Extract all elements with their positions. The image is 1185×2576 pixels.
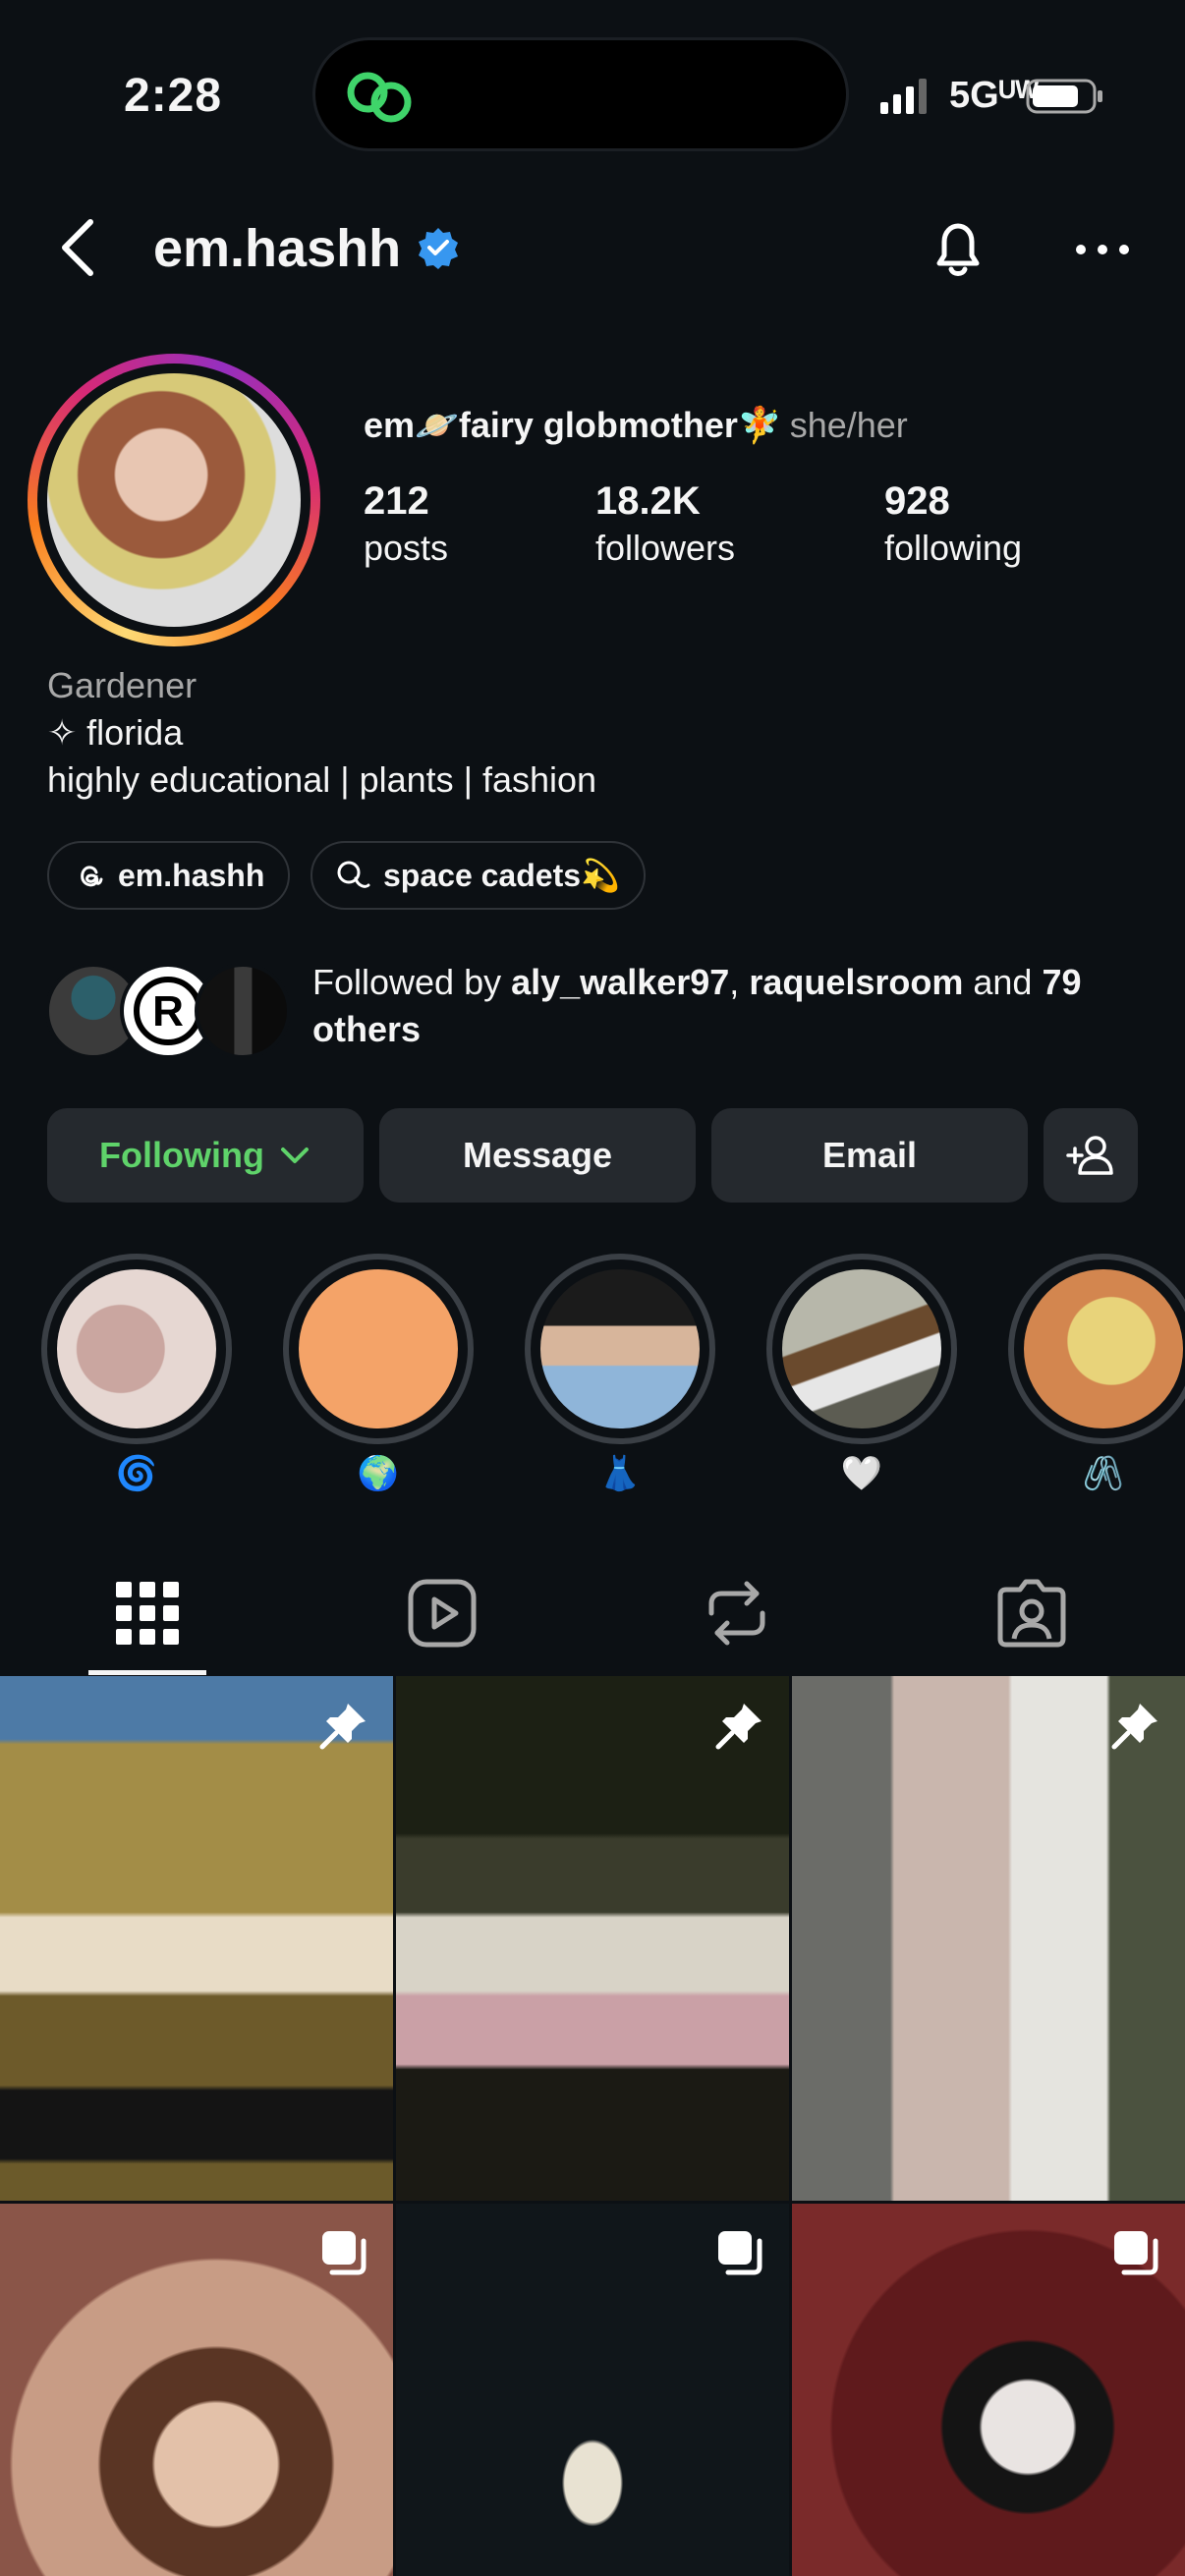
posts-grid <box>0 1676 1185 2576</box>
threads-link-label: em.hashh <box>118 857 265 893</box>
profile-avatar-story-ring[interactable] <box>28 354 320 646</box>
highlight-cover <box>1024 1269 1183 1428</box>
channel-link-chip[interactable]: space cadets💫 <box>310 841 646 910</box>
highlight-item[interactable]: 🌀 <box>41 1254 232 1493</box>
profile-actions: Following Message Email <box>47 1108 1138 1203</box>
active-tab-indicator <box>88 1670 206 1675</box>
back-arrow-icon[interactable] <box>55 216 104 279</box>
profile-avatar <box>47 373 301 627</box>
stat-following-label: following <box>884 528 1023 568</box>
threads-icon <box>81 866 103 887</box>
mutual-user-2: raquelsroom <box>749 962 964 1002</box>
verified-badge-icon <box>419 228 458 269</box>
bio-line-location: ✧ florida <box>47 712 184 753</box>
followed-by-sep: , <box>729 962 750 1002</box>
highlight-item[interactable]: 👗 <box>525 1254 715 1493</box>
highlight-label: 🤍 <box>840 1455 883 1492</box>
mutual-user-1: aly_walker97 <box>511 962 730 1002</box>
highlight-label: 🌍 <box>357 1455 400 1492</box>
battery-icon <box>1026 79 1102 114</box>
post-tile[interactable] <box>792 1676 1185 2201</box>
highlight-label: 🖇️ <box>1082 1455 1125 1492</box>
chevron-down-icon <box>280 1148 309 1163</box>
message-button[interactable]: Message <box>379 1108 696 1203</box>
svg-text:R: R <box>152 987 184 1036</box>
following-button-label: Following <box>99 1135 264 1175</box>
highlight-item[interactable]: 🤍 <box>766 1254 957 1493</box>
followed-by-text: Followed by aly_walker97, raquelsroom an… <box>312 959 1157 1053</box>
stat-followers[interactable]: 18.2K followers <box>595 479 735 569</box>
highlight-cover <box>299 1269 458 1428</box>
suggested-people-button[interactable] <box>1044 1108 1138 1203</box>
dynamic-island[interactable] <box>312 37 849 151</box>
chat-bubbles-icon <box>337 861 370 888</box>
stat-followers-label: followers <box>595 528 736 568</box>
signal-icon <box>880 79 927 114</box>
reposts-icon[interactable] <box>698 1574 776 1652</box>
pin-icon <box>319 1704 366 1750</box>
stat-posts-value: 212 <box>364 479 429 523</box>
tagged-icon[interactable] <box>992 1574 1071 1652</box>
following-button[interactable]: Following <box>47 1108 364 1203</box>
more-options-icon[interactable] <box>1073 240 1132 259</box>
status-bar: 2:28 5Gᵁᵂ <box>0 0 1185 187</box>
email-button[interactable]: Email <box>711 1108 1028 1203</box>
post-tile[interactable] <box>396 1676 789 2201</box>
email-button-label: Email <box>821 1135 918 1175</box>
highlight-item[interactable]: 🖇️ <box>1008 1254 1185 1493</box>
bio-line-description: highly educational | plants | fashion <box>47 759 597 800</box>
status-time: 2:28 <box>124 70 223 122</box>
content-tabs <box>0 1560 1185 1676</box>
profile-stats: 212 posts 18.2K followers 928 following <box>364 479 1150 578</box>
post-tile[interactable] <box>0 1676 393 2201</box>
grid-icon[interactable] <box>108 1574 187 1652</box>
highlight-label: 👗 <box>598 1455 642 1492</box>
pin-icon <box>715 1704 762 1750</box>
post-tile[interactable] <box>396 2204 789 2576</box>
highlight-cover <box>782 1269 941 1428</box>
threads-link-chip[interactable]: em.hashh <box>47 841 291 910</box>
pin-icon <box>1111 1704 1157 1750</box>
mutual-avatar <box>195 963 291 1059</box>
carousel-icon <box>718 2231 762 2275</box>
highlight-cover <box>57 1269 216 1428</box>
link-icon <box>347 72 412 123</box>
carousel-icon <box>1114 2231 1158 2275</box>
highlight-label: 🌀 <box>115 1455 158 1492</box>
stat-following[interactable]: 928 following <box>884 479 1022 569</box>
carousel-icon <box>322 2231 367 2275</box>
story-highlights: 🌀 🌍 👗 🤍 🖇️ <box>0 1254 1185 1492</box>
highlight-item[interactable]: 🌍 <box>283 1254 474 1493</box>
post-tile[interactable] <box>0 2204 393 2576</box>
channel-link-label: space cadets💫 <box>383 858 620 893</box>
message-button-label: Message <box>462 1135 613 1175</box>
stat-following-value: 928 <box>884 479 950 523</box>
post-tile[interactable] <box>792 2204 1185 2576</box>
reels-icon[interactable] <box>403 1574 481 1652</box>
highlight-cover <box>540 1269 700 1428</box>
profile-bio: Gardener ✧ florida highly educational | … <box>47 662 596 804</box>
bio-category: Gardener <box>47 665 198 705</box>
stat-posts-label: posts <box>364 528 449 568</box>
followed-by[interactable]: R Followed by aly_walker97, raquelsroom … <box>45 959 1146 1059</box>
profile-header: em.hashh <box>0 196 1185 299</box>
followed-by-and: and <box>963 962 1043 1002</box>
display-name: em🪐fairy globmother🧚 she/her <box>364 405 908 446</box>
add-person-icon <box>1066 1136 1113 1175</box>
stat-followers-value: 18.2K <box>595 479 701 523</box>
pronouns: she/her <box>789 405 908 445</box>
display-name-text: em🪐fairy globmother🧚 <box>364 405 782 445</box>
header-username: em.hashh <box>153 219 402 278</box>
followed-by-prefix: Followed by <box>312 962 512 1002</box>
bell-icon[interactable] <box>926 216 990 281</box>
stat-posts[interactable]: 212 posts <box>364 479 448 569</box>
